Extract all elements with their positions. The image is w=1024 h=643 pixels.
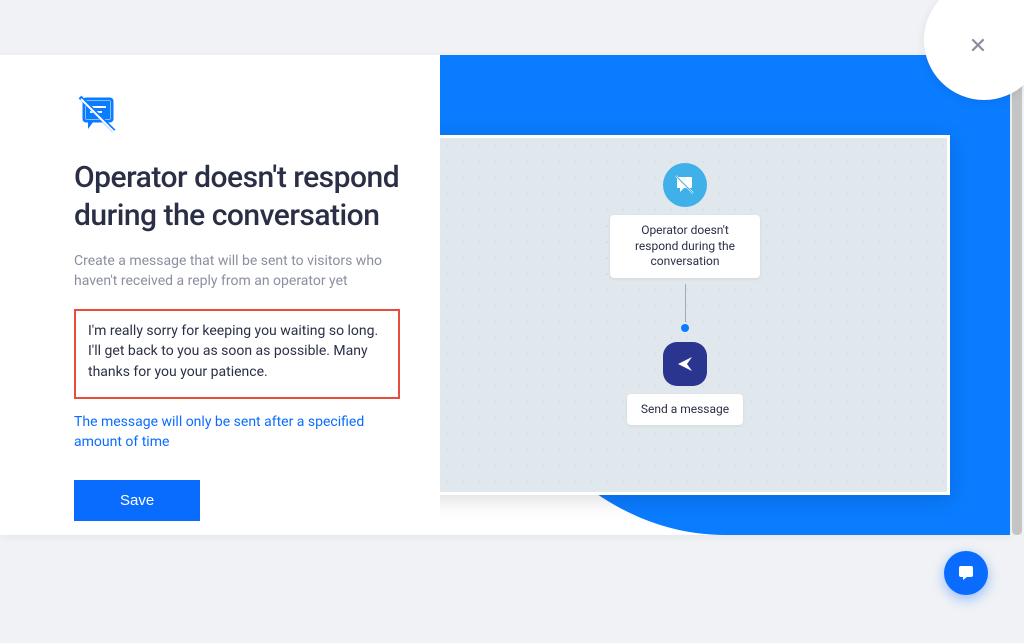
flow-diagram: Operator doesn't respond during the conv…: [440, 135, 950, 495]
scrollbar[interactable]: [1012, 55, 1022, 535]
chat-fab-button[interactable]: [944, 551, 988, 595]
left-panel: Operator doesn't respond during the conv…: [0, 55, 440, 535]
no-response-icon: [74, 95, 400, 139]
flow-dot: [681, 324, 689, 332]
scrollbar-thumb[interactable]: [1012, 55, 1022, 535]
message-textarea[interactable]: I'm really sorry for keeping you waiting…: [74, 309, 400, 399]
subtext: Create a message that will be sent to vi…: [74, 252, 400, 291]
right-panel: Operator doesn't respond during the conv…: [440, 55, 1010, 535]
main-card: Operator doesn't respond during the conv…: [0, 55, 1010, 535]
send-message-node-icon: [663, 342, 707, 386]
no-response-node-icon: [663, 163, 707, 207]
page-title: Operator doesn't respond during the conv…: [74, 159, 400, 234]
close-icon[interactable]: ✕: [969, 34, 987, 59]
save-button[interactable]: Save: [74, 480, 200, 521]
node-label-trigger[interactable]: Operator doesn't respond during the conv…: [610, 215, 760, 278]
node-label-action[interactable]: Send a message: [627, 394, 743, 426]
chat-icon: [956, 563, 976, 583]
flow-connector: [685, 284, 686, 322]
hint-text: The message will only be sent after a sp…: [74, 413, 400, 452]
